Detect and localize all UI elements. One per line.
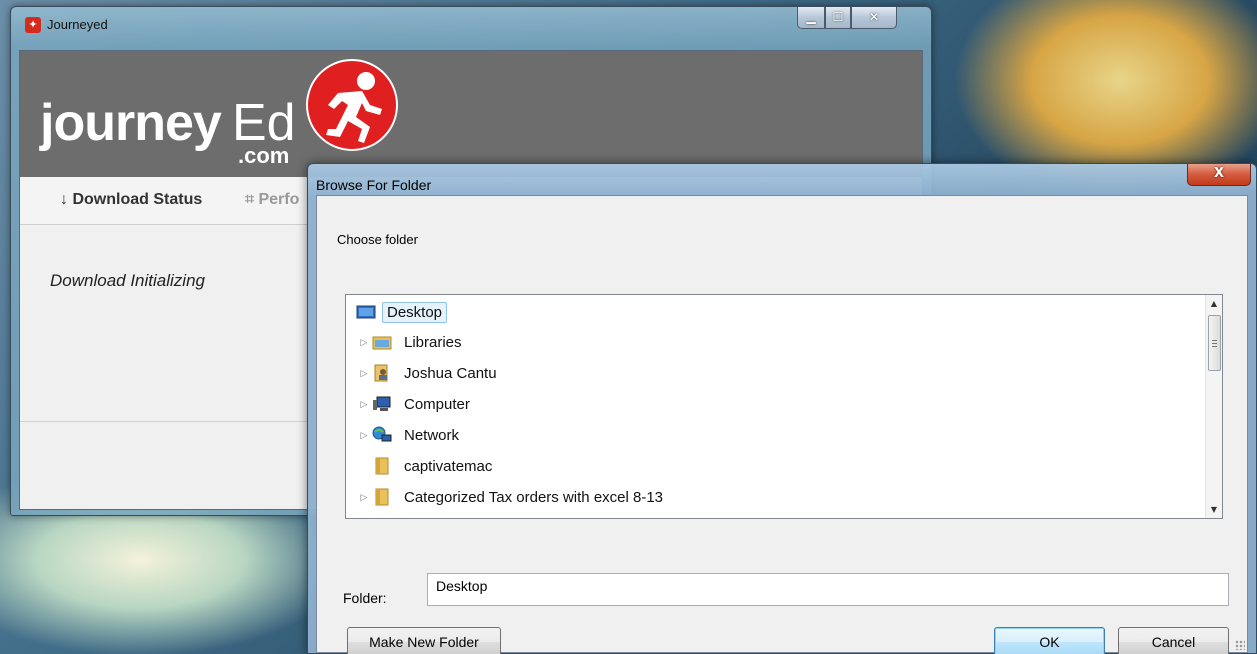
logo-text-com: .com (238, 143, 290, 168)
tree-item-computer[interactable]: ▷ Computer (358, 390, 476, 418)
tab-performance[interactable]: ⌗ Perfo (245, 191, 299, 209)
network-icon (372, 426, 392, 444)
folder-field-label: Folder: (343, 590, 387, 606)
tab-download-status-label: Download Status (72, 191, 203, 208)
folder-tree[interactable]: Desktop ▷ Libraries ▷ Joshua Cantu ▷ Com… (345, 294, 1223, 519)
minimize-button[interactable]: ▁ (797, 7, 825, 29)
scroll-thumb[interactable] (1208, 315, 1221, 371)
folder-icon (372, 457, 392, 475)
vertical-scrollbar[interactable]: ▲ ▼ (1205, 295, 1222, 518)
download-arrow-icon: ↓ (60, 191, 68, 208)
expand-arrow-icon[interactable]: ▷ (358, 337, 370, 348)
scroll-down-arrow-icon[interactable]: ▼ (1206, 501, 1222, 518)
user-folder-icon (372, 364, 392, 382)
make-new-folder-button[interactable]: Make New Folder (347, 627, 501, 654)
download-status-text: Download Initializing (50, 271, 205, 290)
app-icon: ✦ (25, 17, 41, 33)
tree-item-network[interactable]: ▷ Network (358, 421, 465, 449)
tree-item-joshua-cantu[interactable]: ▷ Joshua Cantu (358, 359, 503, 387)
tree-item-desktop[interactable]: Desktop (356, 298, 448, 326)
choose-folder-prompt: Choose folder (337, 232, 418, 247)
folder-name-input[interactable]: Desktop (427, 573, 1229, 606)
expand-arrow-icon[interactable]: ▷ (358, 430, 370, 441)
tree-item-label: Libraries (404, 333, 462, 351)
window-title: Journeyed (47, 17, 108, 32)
tree-item-label: captivatemac (404, 457, 493, 475)
scroll-up-arrow-icon[interactable]: ▲ (1206, 295, 1222, 312)
expand-arrow-icon[interactable]: ▷ (358, 399, 370, 410)
caption-buttons: ▁ ☐ ✕ (797, 7, 897, 29)
tab-download-status[interactable]: ↓ Download Status (60, 191, 202, 209)
chart-icon: ⌗ (245, 191, 255, 208)
title-bar[interactable]: ✦ Journeyed (11, 7, 931, 45)
tree-item-label: Network (404, 426, 460, 444)
desktop-icon (356, 303, 376, 321)
tree-item-libraries[interactable]: ▷ Libraries (358, 328, 468, 356)
banner: journey Ed .com (20, 51, 922, 177)
resize-grip-icon[interactable] (1235, 640, 1245, 650)
expand-arrow-icon[interactable]: ▷ (358, 492, 370, 503)
libraries-icon (372, 333, 392, 351)
ok-button[interactable]: OK (994, 627, 1105, 654)
dialog-close-button[interactable]: X (1187, 164, 1251, 186)
maximize-button[interactable]: ☐ (825, 7, 851, 29)
logo-text-journey: journey (40, 94, 222, 152)
tab-performance-label: Perfo (258, 191, 300, 208)
tree-item-label: Categorized Tax orders with excel 8-13 (404, 488, 664, 506)
browse-folder-dialog: Browse For Folder X Choose folder Deskto… (307, 163, 1257, 654)
folder-icon (372, 488, 392, 506)
runner-logo-icon (306, 59, 398, 151)
tree-item-label: Joshua Cantu (404, 364, 497, 382)
tree-item-categorized-tax-orders[interactable]: ▷ Categorized Tax orders with excel 8-13 (358, 483, 669, 511)
tree-item-label: Computer (404, 395, 470, 413)
tree-item-captivatemac[interactable]: captivatemac (372, 452, 498, 480)
expand-arrow-icon[interactable]: ▷ (358, 368, 370, 379)
cancel-button[interactable]: Cancel (1118, 627, 1229, 654)
computer-icon (372, 395, 392, 413)
tree-item-label: Desktop (382, 301, 448, 323)
dialog-client-area: Choose folder Desktop ▷ Libraries ▷ Josh… (316, 195, 1248, 654)
close-button[interactable]: ✕ (851, 7, 897, 29)
dialog-title: Browse For Folder (316, 177, 432, 193)
